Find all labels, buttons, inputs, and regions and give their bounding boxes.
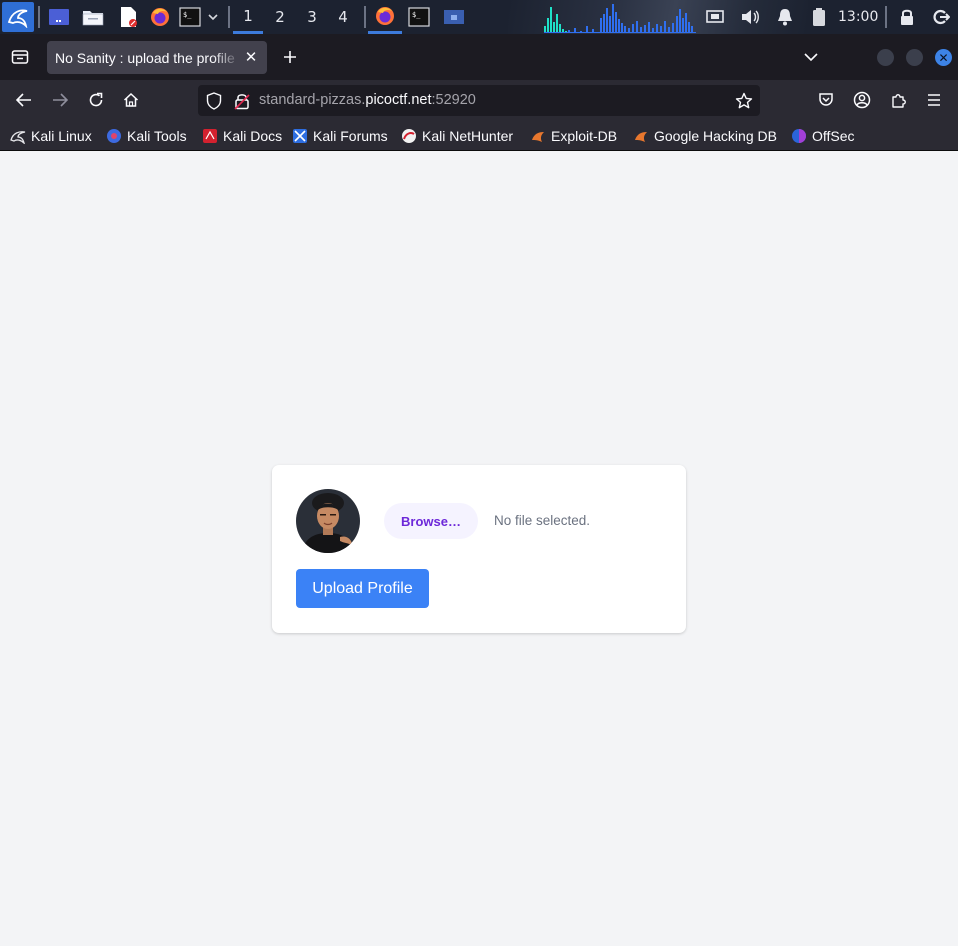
- maximize-button[interactable]: [906, 49, 923, 66]
- ghdb-icon: [635, 131, 647, 142]
- kali-dragon-icon: [10, 130, 26, 144]
- browse-file-button[interactable]: Browse…: [384, 503, 478, 539]
- kali-docs-icon: [203, 128, 217, 143]
- close-window-button[interactable]: ✕: [935, 49, 952, 66]
- url-port: :52920: [431, 92, 476, 108]
- hamburger-menu-icon[interactable]: [922, 88, 946, 112]
- bookmark-exploit-db[interactable]: Exploit-DB: [530, 120, 617, 151]
- pocket-icon[interactable]: [814, 88, 838, 112]
- workspace-2[interactable]: 2: [265, 0, 295, 34]
- firefox-view-icon[interactable]: [8, 45, 32, 69]
- panel-separator: [38, 6, 40, 28]
- url-host: picoctf.net: [365, 92, 432, 108]
- tab-bar: No Sanity : upload the profile ✕ ✕: [0, 34, 958, 80]
- svg-text:$_: $_: [412, 11, 421, 19]
- file-manager-icon[interactable]: [80, 0, 106, 34]
- bookmarks-toolbar: Kali Linux Kali Tools Kali Docs Kali For…: [0, 120, 958, 151]
- lock-icon[interactable]: [896, 0, 918, 34]
- clock[interactable]: 13:00: [838, 0, 878, 34]
- offsec-icon: [792, 128, 806, 143]
- list-all-tabs-icon[interactable]: [799, 45, 823, 69]
- terminal-task-icon[interactable]: $_: [405, 0, 433, 34]
- home-icon[interactable]: [119, 88, 143, 112]
- workspace-3[interactable]: 3: [297, 0, 327, 34]
- tab-close-icon[interactable]: ✕: [243, 49, 259, 65]
- text-editor-icon[interactable]: [115, 0, 141, 34]
- navigation-toolbar: standard-pizzas.picoctf.net:52920: [0, 80, 958, 120]
- url-text[interactable]: standard-pizzas.picoctf.net:52920: [259, 85, 476, 116]
- svg-text:$_: $_: [183, 11, 192, 19]
- bookmark-kali-linux[interactable]: Kali Linux: [10, 120, 92, 151]
- firefox-launcher-icon[interactable]: [147, 0, 173, 34]
- firefox-task-icon[interactable]: [368, 0, 402, 34]
- upload-profile-button[interactable]: Upload Profile: [296, 569, 429, 608]
- back-arrow-icon[interactable]: [12, 88, 36, 112]
- insecure-lock-icon[interactable]: [230, 89, 254, 113]
- bookmark-star-icon[interactable]: [732, 89, 756, 113]
- window-task-icon[interactable]: [440, 0, 468, 34]
- account-icon[interactable]: [850, 88, 874, 112]
- show-desktop-icon[interactable]: [46, 0, 72, 34]
- top-panel: $_ 1 2 3 4 $_ 13:00: [0, 0, 958, 34]
- tracking-protection-shield-icon[interactable]: [202, 89, 226, 113]
- forward-arrow-icon[interactable]: [48, 88, 72, 112]
- bookmark-offsec[interactable]: OffSec: [791, 120, 855, 151]
- profile-avatar: [296, 489, 360, 553]
- file-status-text: No file selected.: [494, 513, 591, 528]
- tab-active[interactable]: No Sanity : upload the profile ✕: [47, 41, 267, 74]
- bookmark-kali-docs[interactable]: Kali Docs: [202, 120, 282, 151]
- battery-icon[interactable]: [808, 0, 830, 34]
- bookmark-google-hacking-db[interactable]: Google Hacking DB: [633, 120, 777, 151]
- workspace-4[interactable]: 4: [328, 0, 358, 34]
- kali-menu-icon[interactable]: [2, 2, 34, 32]
- exploit-db-icon: [532, 131, 544, 142]
- kali-nethunter-icon: [402, 128, 416, 143]
- new-tab-plus-icon[interactable]: [278, 45, 302, 69]
- url-prefix: standard-pizzas.: [259, 92, 366, 108]
- volume-icon[interactable]: [738, 0, 762, 34]
- panel-separator: [228, 6, 230, 28]
- extensions-puzzle-icon[interactable]: [886, 88, 910, 112]
- bookmark-kali-nethunter[interactable]: Kali NetHunter: [401, 120, 513, 151]
- bookmark-kali-forums[interactable]: Kali Forums: [292, 120, 388, 151]
- cpu-graph: [544, 4, 696, 33]
- reload-icon[interactable]: [84, 88, 108, 112]
- logout-icon[interactable]: [930, 0, 952, 34]
- workspace-1[interactable]: 1: [233, 0, 263, 34]
- minimize-button[interactable]: [877, 49, 894, 66]
- page-viewport: Browse… No file selected. Upload Profile: [0, 152, 958, 946]
- upload-card: Browse… No file selected. Upload Profile: [272, 465, 686, 633]
- panel-separator: [885, 6, 887, 28]
- chevron-down-icon[interactable]: [205, 0, 221, 34]
- display-icon[interactable]: [703, 0, 727, 34]
- bookmark-kali-tools[interactable]: Kali Tools: [106, 120, 187, 151]
- notifications-bell-icon[interactable]: [774, 0, 796, 34]
- kali-forums-icon: [293, 128, 307, 143]
- url-bar[interactable]: standard-pizzas.picoctf.net:52920: [198, 85, 760, 116]
- kali-tools-icon: [107, 128, 121, 143]
- tab-title: No Sanity : upload the profile: [55, 49, 235, 66]
- panel-separator: [364, 6, 366, 28]
- terminal-launcher-icon[interactable]: $_: [178, 0, 202, 34]
